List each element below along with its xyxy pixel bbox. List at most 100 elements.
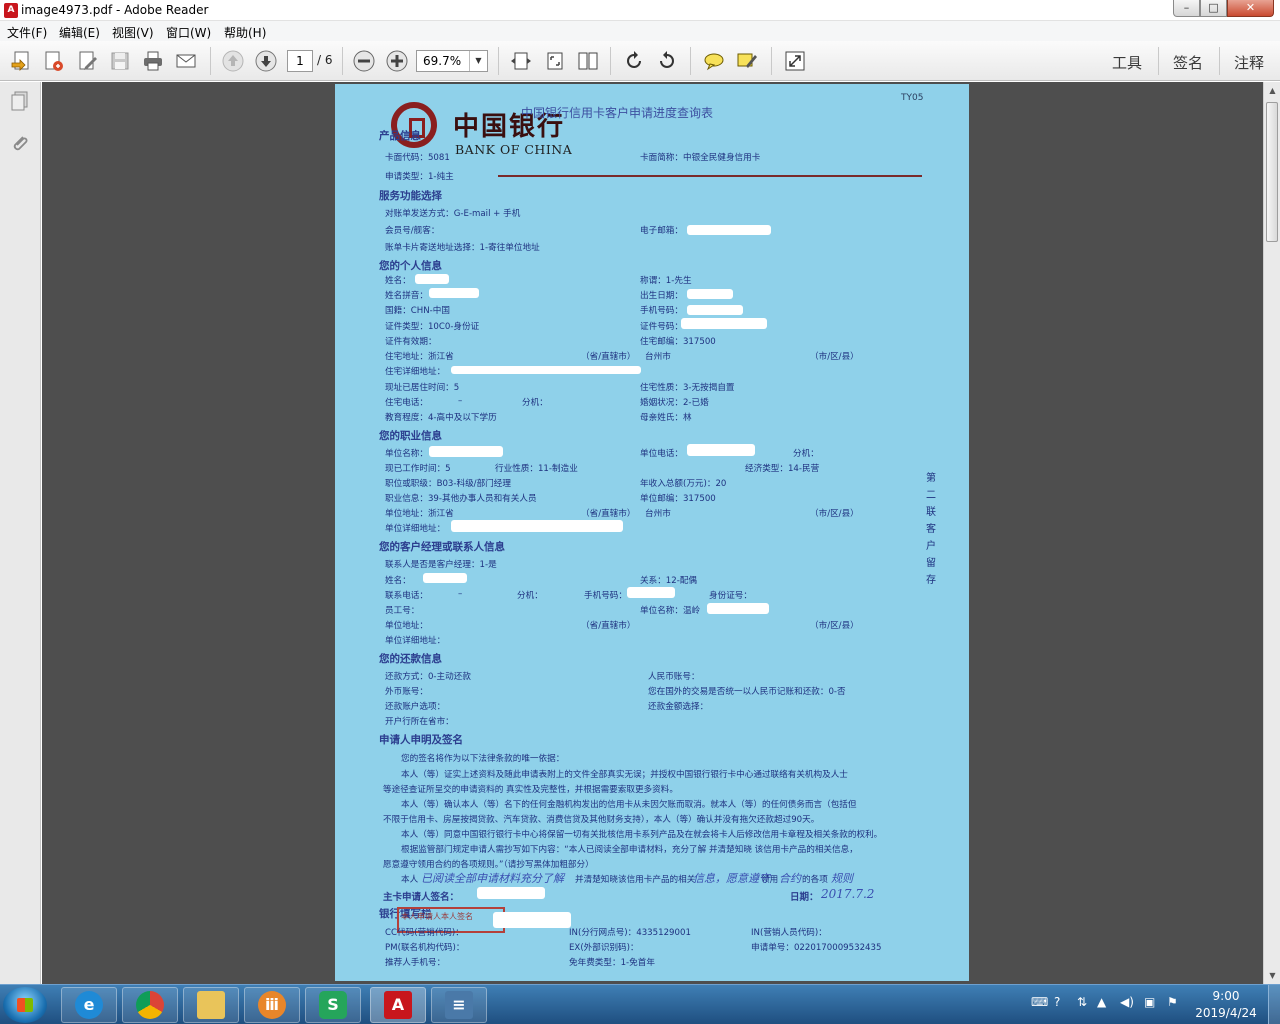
field-rmb-account: 人民币账号： <box>648 672 700 682</box>
paperclip-icon[interactable] <box>9 132 31 154</box>
redaction <box>423 573 467 583</box>
handwritten-copy-info: 信息，愿意遵守 <box>693 872 770 885</box>
rotate-ccw-icon[interactable] <box>622 49 646 73</box>
maximize-button[interactable]: □ <box>1200 0 1227 17</box>
menu-help[interactable]: 帮助(H) <box>224 24 266 41</box>
toolbar-separator <box>690 47 691 75</box>
field-work-province-label: （省/直辖市） <box>581 509 636 519</box>
keyboard-icon[interactable]: ⌨ <box>1031 995 1048 1009</box>
field-is-manager: 联系人是否是客户经理：1-是 <box>385 560 497 570</box>
baidu-netdisk-icon[interactable]: ⅲ <box>244 987 300 1023</box>
menu-edit[interactable]: 编辑(E) <box>59 24 100 41</box>
close-button[interactable]: ✕ <box>1227 0 1274 17</box>
scanner-icon[interactable]: ≡ <box>431 987 487 1023</box>
plus-circle-icon <box>386 50 408 72</box>
adobe-reader-icon[interactable]: A <box>370 987 426 1023</box>
vertical-scrollbar[interactable]: ▲ ▼ <box>1263 82 1280 984</box>
comment-button[interactable]: 注释 <box>1234 52 1264 73</box>
toolbar-separator <box>210 47 211 75</box>
speech-bubble-icon[interactable] <box>702 49 726 73</box>
redaction <box>687 444 755 456</box>
fit-width-icon[interactable] <box>509 49 533 73</box>
clock-time[interactable]: 9:00 <box>1204 989 1248 1003</box>
taskbar: e ⅲ S A ≡ ⌨ ? ⇅ ▲ ◀) ▣ ⚑ 9:00 2019/4/24 <box>0 984 1280 1024</box>
redaction <box>451 520 623 532</box>
menu-file[interactable]: 文件(F) <box>7 24 47 41</box>
minimize-button[interactable]: – <box>1173 0 1200 17</box>
zoom-out-button[interactable] <box>352 49 376 73</box>
redaction <box>477 887 545 899</box>
field-home-detail: 住宅详细地址： <box>385 367 446 377</box>
show-hidden-icons-icon[interactable]: ▲ <box>1097 995 1106 1009</box>
chevron-down-icon[interactable]: ▼ <box>469 51 487 71</box>
edit-icon[interactable] <box>76 49 100 73</box>
help-icon[interactable]: ? <box>1054 995 1060 1009</box>
document-viewport[interactable]: TY05 中国银行 BANK OF CHINA 中国银行信用卡客户申请进度查询表… <box>42 82 1263 984</box>
section-services: 服务功能选择 <box>379 190 442 202</box>
wps-sheets-icon[interactable]: S <box>305 987 361 1023</box>
logo-english-text: BANK OF CHINA <box>455 142 573 157</box>
action-center-flag-icon[interactable]: ⚑ <box>1167 995 1178 1009</box>
prev-page-button[interactable] <box>221 49 245 73</box>
form-title: 中国银行信用卡客户申请进度查询表 <box>521 106 714 120</box>
field-overseas: 您在国外的交易是否统一以人民币记账和还款：0-否 <box>648 687 846 697</box>
internet-explorer-icon[interactable]: e <box>61 987 117 1023</box>
declaration-line: 本人（等）证实上述资料及随此申请表附上的文件全部真实无误；并授权中国银行银行卡中… <box>401 770 848 780</box>
pdf-page: TY05 中国银行 BANK OF CHINA 中国银行信用卡客户申请进度查询表… <box>335 84 969 981</box>
email-icon[interactable] <box>174 49 198 73</box>
field-referrer: 推荐人手机号： <box>385 958 446 968</box>
combine-icon[interactable] <box>42 49 66 73</box>
redaction <box>493 912 571 928</box>
field-home-ext: 分机： <box>522 398 548 408</box>
chrome-icon[interactable] <box>122 987 178 1023</box>
field-mobile: 手机号码： <box>640 306 683 316</box>
scroll-up-icon[interactable]: ▲ <box>1264 82 1280 99</box>
field-repay-method: 还款方式：0-主动还款 <box>385 672 471 682</box>
field-contact-address: 单位地址： <box>385 621 428 631</box>
save-icon[interactable] <box>108 49 132 73</box>
start-button[interactable] <box>3 987 47 1023</box>
page-number-input[interactable]: 1 <box>287 50 313 72</box>
network-icon[interactable]: ▣ <box>1144 995 1155 1009</box>
tools-button[interactable]: 工具 <box>1112 52 1142 73</box>
clock-date[interactable]: 2019/4/24 <box>1190 1006 1262 1020</box>
rotate-cw-icon[interactable] <box>655 49 679 73</box>
field-apply-type: 申请类型：1-纯主 <box>385 172 454 182</box>
declaration-line: 等途径查证所呈交的申请资料的 真实性及完整性，并根据需要索取更多资料。 <box>383 785 678 795</box>
declaration-line: 领用 <box>761 875 779 885</box>
field-contact-name: 姓名： <box>385 576 411 586</box>
zoom-select[interactable]: 69.7% ▼ <box>416 50 488 72</box>
field-work-ext: 分机： <box>793 449 819 459</box>
show-desktop-button[interactable] <box>1268 985 1280 1024</box>
field-city: 台州市 <box>645 352 671 362</box>
field-position: 职位或职级：B03-科级/部门经理 <box>385 479 511 489</box>
field-contact-mobile: 手机号码： <box>584 591 627 601</box>
declaration-line: 您的签名将作为以下法律条款的唯一依据： <box>401 754 565 764</box>
next-page-button[interactable] <box>254 49 278 73</box>
create-pdf-icon[interactable] <box>9 49 33 73</box>
menu-window[interactable]: 窗口(W) <box>166 24 211 41</box>
field-contact-phone-dash: – <box>458 589 463 599</box>
file-explorer-icon[interactable] <box>183 987 239 1023</box>
menu-view[interactable]: 视图(V) <box>112 24 154 41</box>
sign-button[interactable]: 签名 <box>1173 52 1203 73</box>
fit-page-icon[interactable] <box>543 49 567 73</box>
network-share-icon[interactable]: ⇅ <box>1077 995 1087 1009</box>
field-pinyin: 姓名拼音： <box>385 291 428 301</box>
pages-icon[interactable] <box>9 90 31 112</box>
print-icon[interactable] <box>141 49 165 73</box>
scroll-down-icon[interactable]: ▼ <box>1264 967 1280 984</box>
highlight-pen-icon[interactable] <box>735 49 759 73</box>
field-application-no: 申请单号：0220170009532435 <box>751 943 882 953</box>
section-work: 您的职业信息 <box>379 430 442 442</box>
field-relation: 关系：12-配偶 <box>640 576 698 586</box>
scrollbar-thumb[interactable] <box>1266 102 1278 242</box>
two-page-icon[interactable] <box>576 49 600 73</box>
zoom-in-button[interactable] <box>385 49 409 73</box>
volume-icon[interactable]: ◀) <box>1120 995 1134 1009</box>
field-branch-code: IN(分行网点号)：4335129001 <box>569 928 691 938</box>
field-pm-code: PM(联名机构代码)： <box>385 943 465 953</box>
field-home-type: 住宅性质：3-无按揭自置 <box>640 383 735 393</box>
field-fee-type: 免年费类型：1-免首年 <box>569 958 655 968</box>
expand-icon[interactable] <box>783 49 807 73</box>
